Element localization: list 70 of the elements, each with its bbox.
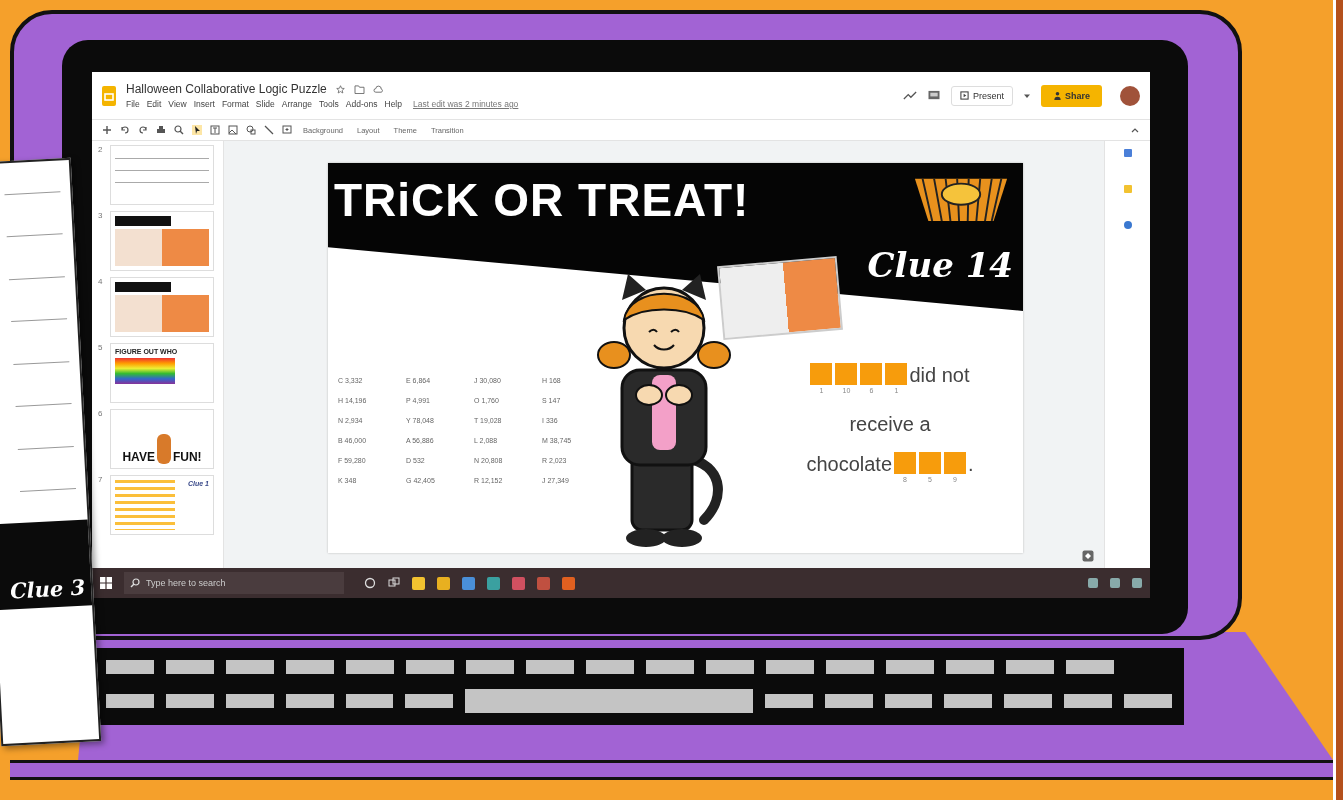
sentence-period: .: [968, 452, 974, 476]
redo-icon[interactable]: [138, 125, 148, 135]
slide-number: 3: [98, 211, 104, 222]
star-icon[interactable]: [334, 84, 346, 94]
calendar-icon[interactable]: [1123, 149, 1132, 157]
search-field[interactable]: Type here to search: [124, 572, 344, 594]
slide-title: TRiCK OR TREAT!: [334, 173, 750, 227]
last-edit-link[interactable]: Last edit was 2 minutes ago: [413, 99, 519, 109]
taskbar-app-icon[interactable]: [462, 576, 475, 590]
menu-item[interactable]: Insert: [193, 99, 215, 109]
taskbar-app-icon[interactable]: [562, 576, 575, 590]
zoom-icon[interactable]: [174, 125, 184, 135]
slide-number: 2: [98, 145, 104, 156]
person-icon: [1053, 90, 1062, 100]
present-button[interactable]: Present: [950, 85, 1013, 106]
search-input[interactable]: Type here to search: [146, 578, 336, 588]
notification-icon[interactable]: [1132, 578, 1142, 588]
tray-icon[interactable]: [1110, 578, 1120, 588]
avatar[interactable]: [1120, 85, 1140, 106]
task-view-icon[interactable]: [388, 577, 400, 589]
slide-thumbnail[interactable]: [110, 211, 214, 271]
slide-number: 4: [98, 277, 104, 288]
sentence-text: did not: [909, 363, 970, 387]
tasks-icon[interactable]: [1123, 221, 1132, 229]
slide-number: 7: [98, 475, 104, 486]
trend-icon[interactable]: [902, 90, 917, 101]
slide-number: 6: [98, 409, 104, 420]
comment-add-icon[interactable]: [282, 125, 292, 135]
line-icon[interactable]: [264, 125, 274, 135]
slides-logo-icon: [102, 85, 116, 106]
sentence-text: receive a: [849, 412, 931, 436]
slide-number: 5: [98, 343, 104, 354]
thumbnail-title: FUN!: [172, 450, 202, 464]
menu-item[interactable]: Arrange: [281, 99, 312, 109]
undo-icon[interactable]: [120, 125, 130, 135]
share-button[interactable]: Share: [1041, 84, 1102, 107]
menu-item[interactable]: Slide: [255, 99, 275, 109]
present-icon: [959, 90, 969, 100]
image-icon[interactable]: [228, 125, 238, 135]
cloud-icon[interactable]: [372, 84, 384, 94]
circle-icon[interactable]: [364, 577, 376, 589]
print-icon[interactable]: [156, 125, 166, 135]
menu-item[interactable]: Help: [384, 99, 402, 109]
add-icon[interactable]: [102, 125, 112, 135]
slide-thumbnail[interactable]: [110, 145, 214, 205]
sentence-text: chocolate: [806, 452, 893, 476]
menu-item[interactable]: Edit: [146, 99, 162, 109]
text-box-icon[interactable]: [210, 125, 220, 135]
thumbnail-title: HAVE: [122, 450, 155, 464]
taskbar-app-icon[interactable]: [437, 576, 450, 590]
menu-item[interactable]: Add-ons: [345, 99, 378, 109]
shape-icon[interactable]: [246, 125, 256, 135]
menu-item[interactable]: File: [126, 99, 140, 109]
slide-thumbnail[interactable]: HAVE FUN!: [110, 409, 214, 469]
comment-icon[interactable]: [926, 90, 941, 101]
search-icon: [130, 578, 140, 588]
folder-icon[interactable]: [353, 84, 365, 94]
menu-item[interactable]: View: [168, 99, 187, 109]
cursor-icon[interactable]: [192, 125, 202, 135]
clue-label: Clue 3: [9, 574, 86, 604]
taskbar-app-icon[interactable]: [412, 576, 425, 590]
menu-item[interactable]: Format: [221, 99, 249, 109]
explore-icon[interactable]: [1082, 550, 1094, 562]
menu-item[interactable]: Tools: [319, 99, 339, 109]
taskbar-app-icon[interactable]: [487, 576, 500, 590]
tray-icon[interactable]: [1088, 578, 1098, 588]
clue-label: Clue 14: [867, 245, 1013, 285]
document-title[interactable]: Halloween Collaborative Logic Puzzle: [126, 82, 327, 96]
windows-icon[interactable]: [100, 577, 112, 589]
slide-thumbnail[interactable]: [110, 277, 214, 337]
